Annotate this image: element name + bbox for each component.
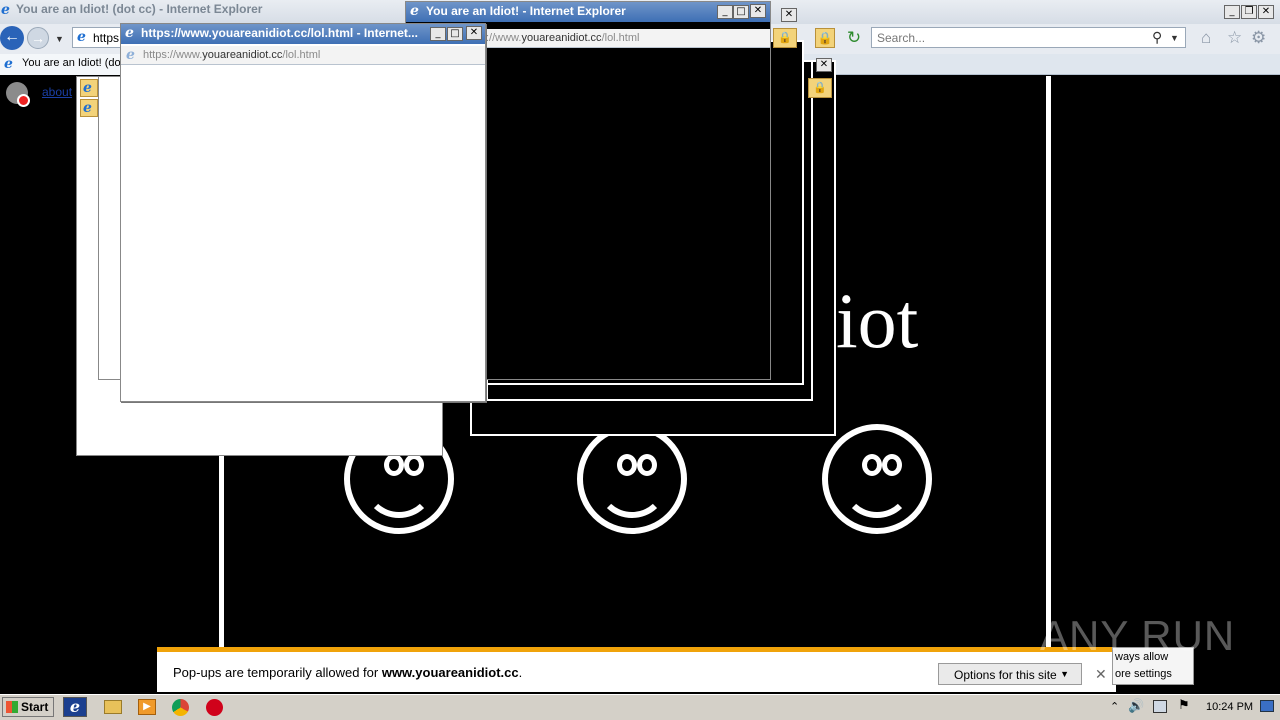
popup-maximize-button[interactable]: □ [447,27,463,41]
popup-maximize-button[interactable]: □ [733,5,749,19]
popup-close-button[interactable]: ✕ [816,58,832,72]
taskbar-opera-icon[interactable] [206,699,223,716]
ie-page-icon: e [77,29,86,45]
search-input[interactable]: Search... [871,27,1186,48]
forward-icon[interactable]: → [27,27,49,49]
popup-close-button[interactable]: ✕ [781,8,797,22]
options-for-site-button[interactable]: Options for this site ▼ [938,663,1082,685]
taskbar-chrome-icon[interactable] [172,699,189,716]
favorites-icon[interactable]: ☆ [1227,28,1242,48]
history-dropdown-icon[interactable]: ▼ [55,34,64,44]
action-center-flag-icon[interactable]: ⚑ [1178,697,1190,713]
network-icon[interactable] [1153,700,1167,713]
taskbar-media-player-icon[interactable]: ▶ [138,699,156,715]
clock[interactable]: 10:24 PM [1206,701,1253,713]
start-button[interactable]: Start [2,697,54,717]
close-button[interactable]: ✕ [1258,5,1274,19]
windows-logo-icon [6,701,18,713]
taskbar [0,694,1280,720]
popup-close-button[interactable]: ✕ [466,26,482,40]
search-dropdown-icon[interactable]: ▼ [1170,33,1179,43]
popup-window-front[interactable] [120,23,486,402]
tab-current[interactable]: e You are an Idiot! (dot cc) [0,54,130,75]
notification-message: Pop-ups are temporarily allowed for www.… [173,665,523,680]
lock-icon[interactable]: 🔒 [815,28,835,48]
popup-close-button[interactable]: ✕ [750,4,766,18]
tray-expand-icon[interactable]: ⌃ [1110,700,1119,713]
page-frame-right-border [1046,76,1051,650]
popup-lock-icon[interactable]: 🔒 [808,78,832,98]
popup-lock-icon[interactable]: 🔒 [773,28,797,48]
blocked-badge-icon [17,94,30,107]
notification-close-icon[interactable]: ✕ [1095,666,1107,683]
dropdown-arrow-icon: ▼ [1060,669,1069,679]
popup-front-address[interactable]: e https://www.youareanidiot.cc/lol.html [121,46,485,65]
ie-page-icon: e [126,47,135,63]
menu-item-more-settings[interactable]: ore settings [1115,668,1172,680]
ie-logo-icon: e [125,25,134,41]
home-icon[interactable]: ⌂ [1201,28,1211,48]
popup-minimize-button[interactable]: _ [717,5,733,19]
tools-gear-icon[interactable]: ⚙ [1251,28,1266,48]
restore-button[interactable]: ❐ [1241,5,1257,19]
popup-minimize-button[interactable]: _ [430,27,446,41]
taskbar-explorer-icon[interactable] [104,700,122,714]
tab-ie-icon: e [4,56,13,72]
page-heading-fragment: iot [836,277,919,364]
smiley-face-icon [577,424,687,534]
refresh-icon[interactable]: ↻ [843,27,865,49]
back-icon[interactable]: ← [0,26,24,50]
minimize-button[interactable]: _ [1224,5,1240,19]
show-desktop-button[interactable] [1260,700,1274,712]
ie-logo-icon: e [410,3,419,19]
popup-tab-icon[interactable]: e [80,79,98,97]
blocked-link[interactable]: about [42,85,72,99]
popup-black-titlebar[interactable]: e You are an Idiot! - Internet Explorer [406,2,770,22]
main-window-title: You are an Idiot! (dot cc) - Internet Ex… [16,2,263,16]
anyrun-watermark: ANY RUN [1040,612,1236,659]
search-icon[interactable]: ⚲ [1152,29,1162,46]
taskbar-ie-icon[interactable]: e [63,697,87,717]
ie-logo-icon: e [1,2,10,18]
smiley-face-icon [822,424,932,534]
page-frame-left-border [219,440,224,650]
popup-tab-icon[interactable]: e [80,99,98,117]
volume-icon[interactable]: 🔊 [1128,698,1144,714]
